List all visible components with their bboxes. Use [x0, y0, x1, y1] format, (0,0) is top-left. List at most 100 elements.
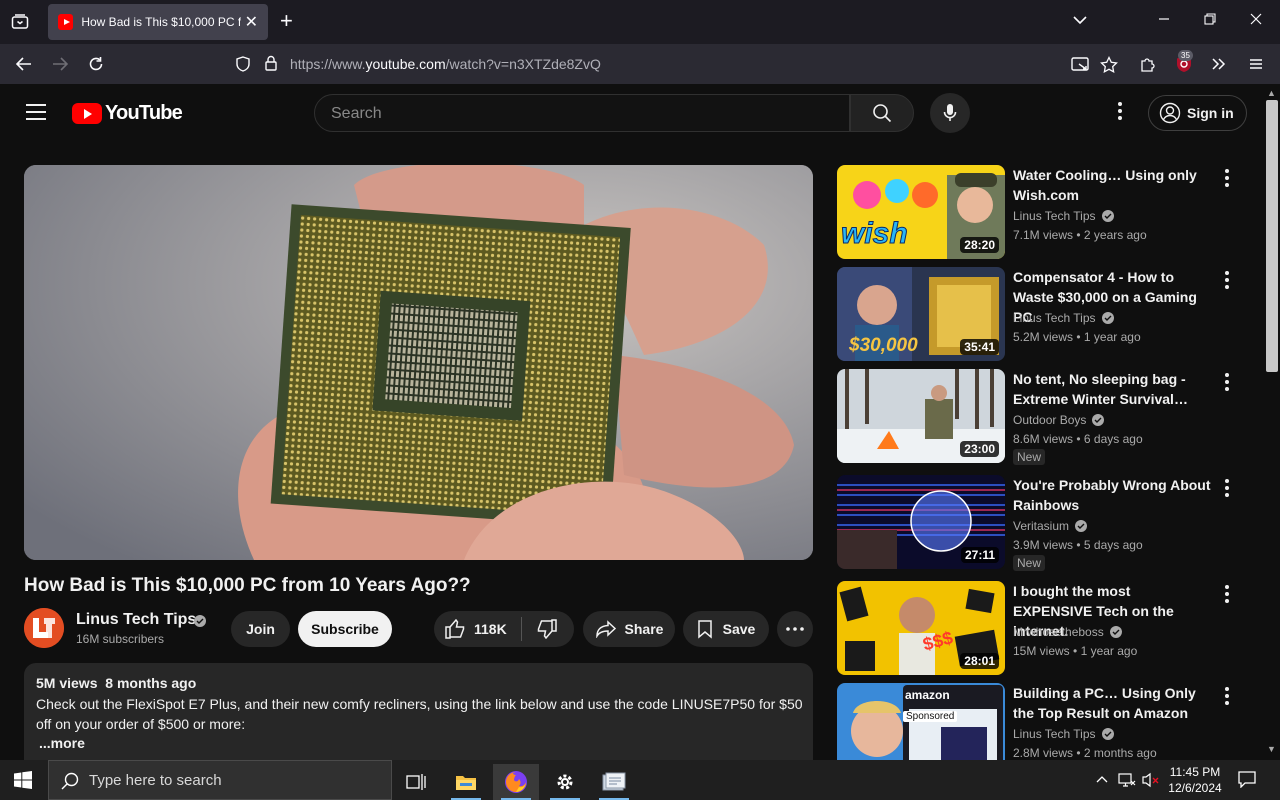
windows-start-icon[interactable]	[14, 771, 32, 794]
notifications-icon[interactable]	[1238, 770, 1256, 791]
video-thumbnail[interactable]: amazon Sponsored	[837, 683, 1005, 760]
task-view-icon[interactable]	[393, 764, 439, 800]
recommended-kebab-icon[interactable]	[1223, 169, 1231, 190]
network-icon[interactable]	[1118, 772, 1136, 791]
share-label: Share	[624, 621, 664, 637]
video-thumbnail[interactable]: $$$ 28:01	[837, 581, 1005, 675]
overflow-chevrons-icon[interactable]	[1207, 52, 1231, 76]
taskbar-clock[interactable]: 11:45 PM 12/6/2024	[1166, 764, 1224, 796]
lock-icon[interactable]	[264, 55, 278, 76]
scroll-up-arrow-icon[interactable]: ▲	[1267, 88, 1276, 98]
recommended-video[interactable]: $30,000 35:41 Compensator 4 - How to Was…	[837, 267, 1247, 361]
share-button[interactable]: Share	[583, 611, 675, 647]
close-window-button[interactable]	[1250, 12, 1262, 30]
recommended-channel: Mrwhosetheboss	[1013, 625, 1122, 639]
recommended-video[interactable]: amazon Sponsored Building a PC… Using On…	[837, 683, 1247, 760]
firefox-taskbar-icon[interactable]	[493, 764, 539, 800]
video-title: How Bad is This $10,000 PC from 10 Years…	[24, 575, 471, 596]
dislike-button[interactable]	[536, 619, 558, 642]
thumbs-up-icon	[445, 619, 465, 639]
scroll-down-arrow-icon[interactable]: ▼	[1267, 744, 1276, 754]
show-hidden-icons-icon[interactable]	[1096, 772, 1108, 786]
video-player[interactable]	[24, 165, 813, 560]
tab-close-icon[interactable]: ✕	[245, 12, 258, 32]
extensions-puzzle-icon[interactable]	[1136, 52, 1160, 76]
tab-title: How Bad is This $10,000 PC from 10 Years…	[81, 15, 241, 29]
guide-menu-icon[interactable]	[26, 104, 46, 125]
video-thumbnail[interactable]: wish 28:20	[837, 165, 1005, 259]
volume-muted-icon[interactable]	[1142, 772, 1160, 791]
url-text: https://www.youtube.com/watch?v=n3XTZde8…	[290, 56, 601, 72]
recommended-kebab-icon[interactable]	[1223, 373, 1231, 394]
like-button[interactable]: 118K	[444, 619, 507, 639]
back-arrow-icon[interactable]	[12, 52, 36, 76]
settings-kebab-icon[interactable]	[1110, 101, 1130, 122]
account-circle-icon	[1159, 102, 1181, 124]
thumbnail-text: wish	[841, 217, 909, 251]
save-button[interactable]: Save	[683, 611, 769, 647]
video-duration: 23:00	[960, 441, 999, 457]
video-frame-cpu-image	[24, 165, 813, 560]
list-all-tabs-icon[interactable]	[1072, 12, 1088, 30]
recommended-video[interactable]: wish 28:20 Water Cooling… Using only Wis…	[837, 165, 1247, 259]
search-button[interactable]	[850, 94, 914, 132]
youtube-masthead: YouTube Search Sign in	[0, 84, 1264, 140]
description-text: Check out the FlexiSpot E7 Plus, and the…	[36, 696, 803, 732]
taskbar-search-icon	[61, 772, 79, 790]
voice-search-button[interactable]	[930, 93, 970, 133]
verified-check-icon	[1075, 520, 1088, 532]
description-box[interactable]: 5M views 8 months ago Check out the Flex…	[24, 663, 813, 760]
video-duration: 27:11	[960, 547, 999, 563]
recommended-kebab-icon[interactable]	[1223, 687, 1231, 708]
minimize-window-button[interactable]	[1158, 12, 1170, 30]
recommended-channel: Veritasium	[1013, 519, 1088, 533]
restore-window-button[interactable]	[1204, 12, 1216, 30]
video-thumbnail[interactable]: 23:00	[837, 369, 1005, 463]
video-thumbnail[interactable]: $30,000 35:41	[837, 267, 1005, 361]
video-thumbnail[interactable]: 27:11	[837, 475, 1005, 569]
verified-check-icon	[1109, 626, 1122, 638]
recommended-kebab-icon[interactable]	[1223, 585, 1231, 606]
channel-name[interactable]: Linus Tech Tips	[76, 611, 196, 629]
new-badge: New	[1013, 555, 1046, 571]
show-more-link[interactable]: ...more	[39, 735, 801, 751]
file-explorer-icon[interactable]	[443, 764, 489, 800]
picture-in-picture-icon[interactable]	[1068, 52, 1092, 76]
app-window-icon[interactable]	[591, 764, 637, 800]
recommended-video[interactable]: $$$ 28:01 I bought the most EXPENSIVE Te…	[837, 581, 1247, 675]
browser-tab-bar: How Bad is This $10,000 PC from 10 Years…	[0, 0, 1280, 44]
thumbs-down-icon	[537, 619, 557, 640]
channel-avatar[interactable]	[24, 608, 64, 648]
sign-in-button[interactable]: Sign in	[1148, 95, 1247, 131]
verified-check-icon	[1092, 414, 1105, 426]
settings-gear-icon[interactable]	[542, 764, 588, 800]
subscribe-button[interactable]: Subscribe	[298, 611, 392, 647]
recommended-video[interactable]: 23:00 No tent, No sleeping bag - Extreme…	[837, 369, 1247, 465]
new-badge: New	[1013, 449, 1046, 465]
recommended-kebab-icon[interactable]	[1223, 271, 1231, 292]
save-label: Save	[722, 621, 756, 637]
youtube-logo[interactable]: YouTube	[72, 102, 183, 125]
recommended-video[interactable]: 27:11 You're Probably Wrong About Rainbo…	[837, 475, 1247, 571]
new-tab-button[interactable]: +	[280, 10, 293, 32]
join-button[interactable]: Join	[231, 611, 290, 647]
bookmark-star-icon[interactable]	[1097, 52, 1121, 76]
reload-icon[interactable]	[84, 52, 108, 76]
tracking-shield-icon[interactable]	[236, 56, 250, 77]
search-input[interactable]: Search	[314, 94, 850, 132]
taskbar-search-input[interactable]: Type here to search	[48, 760, 392, 800]
more-actions-button[interactable]	[777, 611, 813, 647]
bookmark-save-icon	[697, 620, 712, 639]
page-scrollbar[interactable]: ▲ ▼	[1264, 84, 1280, 760]
recommended-kebab-icon[interactable]	[1223, 479, 1231, 500]
browser-tab-active[interactable]: How Bad is This $10,000 PC from 10 Years…	[48, 4, 268, 40]
upload-age: 8 months ago	[105, 675, 197, 691]
recommended-meta: 8.6M views • 6 days ago	[1013, 432, 1143, 446]
sign-in-label: Sign in	[1187, 105, 1234, 121]
tab-list-icon[interactable]	[8, 10, 32, 34]
app-menu-icon[interactable]	[1244, 52, 1268, 76]
forward-arrow-icon[interactable]	[48, 52, 72, 76]
scrollbar-thumb[interactable]	[1266, 100, 1278, 372]
address-bar[interactable]: https://www.youtube.com/watch?v=n3XTZde8…	[228, 48, 1128, 80]
search-icon	[873, 104, 892, 123]
